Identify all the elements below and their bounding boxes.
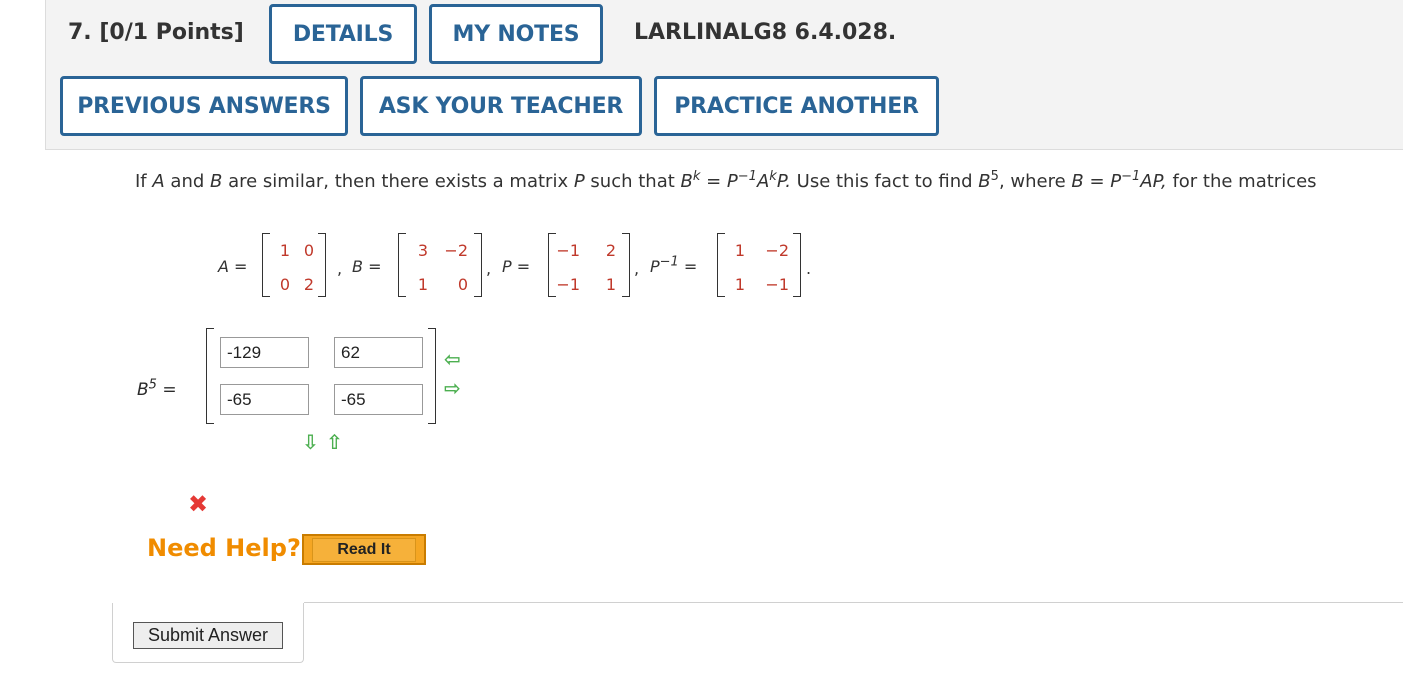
- matrix-b: 3 −2 1 0: [398, 233, 482, 297]
- answer-matrix-left-bracket: [206, 328, 214, 424]
- matrix-p-inverse: 1 −2 1 −1: [717, 233, 801, 297]
- answer-matrix-right-bracket: [428, 328, 436, 424]
- answer-input-r2c1[interactable]: [220, 384, 309, 415]
- ask-your-teacher-button[interactable]: ASK YOUR TEACHER: [360, 76, 642, 136]
- answer-input-r1c2[interactable]: [334, 337, 423, 368]
- submit-answer-button[interactable]: Submit Answer: [133, 622, 283, 649]
- matrix-a-label: A =: [218, 257, 248, 276]
- previous-answers-button[interactable]: PREVIOUS ANSWERS: [60, 76, 348, 136]
- section-divider: [304, 602, 1403, 603]
- answer-input-r1c1[interactable]: [220, 337, 309, 368]
- question-text: If A and B are similar, then there exist…: [135, 169, 1317, 192]
- my-notes-button[interactable]: MY NOTES: [429, 4, 603, 64]
- practice-another-button[interactable]: PRACTICE ANOTHER: [654, 76, 939, 136]
- matrix-p-label: P =: [502, 257, 531, 276]
- matrix-a: 1 0 0 2: [262, 233, 326, 297]
- matrix-b-label: B =: [352, 257, 382, 276]
- remove-column-left-arrow-icon[interactable]: ⇦: [444, 349, 461, 369]
- add-row-down-arrow-icon[interactable]: ⇩: [302, 432, 319, 452]
- need-help-label: Need Help?: [147, 534, 301, 562]
- question-points: [0/1 Points]: [99, 20, 244, 45]
- read-it-button[interactable]: Read It: [302, 534, 426, 565]
- answer-input-r2c2[interactable]: [334, 384, 423, 415]
- matrix-pinv-label: P−1 =: [650, 254, 698, 276]
- question-code: LARLINALG8 6.4.028.: [634, 20, 897, 45]
- details-button[interactable]: DETAILS: [269, 4, 417, 64]
- remove-row-up-arrow-icon[interactable]: ⇧: [326, 432, 343, 452]
- matrices-definition: A = 1 0 0 2 , B = 3 −2 1 0 , P = −1 2 −1…: [0, 233, 1403, 303]
- question-number: 7. [0/1 Points]: [68, 20, 244, 45]
- incorrect-x-icon: ✖: [188, 490, 209, 518]
- question-number-text: 7.: [68, 20, 92, 45]
- answer-label: B5 =: [137, 377, 177, 400]
- add-column-right-arrow-icon[interactable]: ⇨: [444, 378, 461, 398]
- matrix-p: −1 2 −1 1: [548, 233, 630, 297]
- read-it-label: Read It: [312, 537, 416, 562]
